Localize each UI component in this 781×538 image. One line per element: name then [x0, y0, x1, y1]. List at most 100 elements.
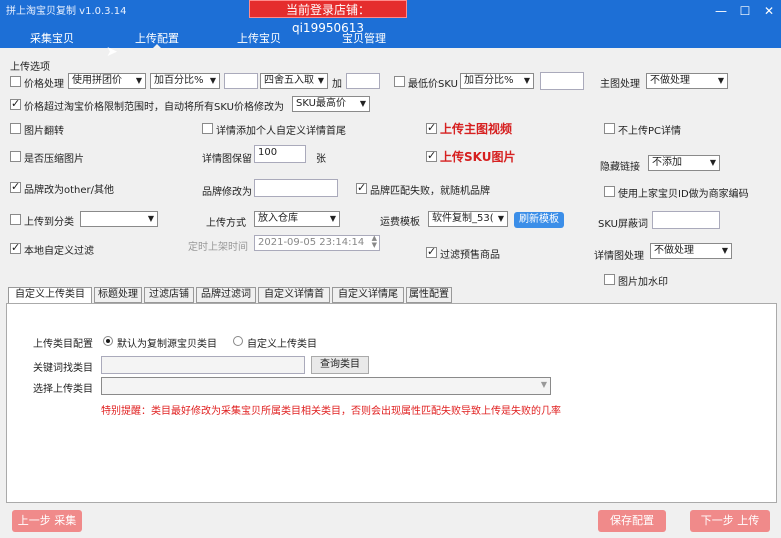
main-image-select[interactable]: 不做处理 ▼	[646, 73, 728, 89]
shipping-template-label: 运费模板	[380, 217, 420, 228]
chevron-down-icon: ▼	[717, 76, 724, 85]
radio-default-category[interactable]	[103, 336, 113, 346]
upload-category-checkbox[interactable]	[10, 214, 21, 225]
next-step-button[interactable]: 下一步 上传	[690, 510, 770, 532]
chevron-down-icon: ▼	[359, 99, 366, 108]
chevron-down-icon: ▼	[329, 214, 336, 223]
keyword-input[interactable]	[101, 356, 305, 374]
sku-filter-label: SKU屏蔽词	[598, 219, 648, 230]
min-sku-mode-select[interactable]: 加百分比% ▼	[460, 73, 534, 89]
keep-detail-input[interactable]: 100	[254, 145, 306, 163]
brand-modify-label: 品牌修改为	[202, 187, 252, 198]
local-filter-checkbox[interactable]	[10, 241, 21, 254]
compress-image-checkbox[interactable]	[10, 151, 21, 162]
keep-detail-label: 详情图保留	[202, 154, 252, 165]
tab-detail-footer[interactable]: 自定义详情尾	[332, 287, 404, 303]
hide-link-select[interactable]: 不添加 ▼	[648, 155, 720, 171]
price-limit-label: 价格超过淘宝价格限制范围时，自动将所有SKU价格修改为	[24, 102, 284, 113]
shop-badge: 当前登录店铺：qi19950613	[249, 0, 407, 35]
price-limit-checkbox[interactable]	[10, 97, 21, 110]
brand-modify-input[interactable]	[254, 179, 338, 197]
save-config-button[interactable]: 保存配置	[598, 510, 666, 532]
image-flip-checkbox[interactable]	[10, 123, 21, 134]
close-icon[interactable]: ✕	[759, 2, 779, 20]
chevron-down-icon: ▼	[709, 158, 716, 167]
watermark-checkbox[interactable]	[604, 274, 615, 285]
tab-detail-header[interactable]: 自定义详情首	[258, 287, 330, 303]
price-process-label: 价格处理	[24, 79, 64, 90]
price-value-input[interactable]	[224, 73, 258, 89]
radio-custom-category[interactable]	[233, 336, 243, 346]
select-category-dropdown[interactable]: ▼	[101, 377, 551, 395]
min-sku-label: 最低价SKU	[408, 79, 458, 90]
refresh-template-button[interactable]: 刷新模板	[514, 212, 564, 228]
upload-method-select[interactable]: 放入仓库 ▼	[254, 211, 340, 227]
tab-title-process[interactable]: 标题处理	[94, 287, 142, 303]
chevron-down-icon: ▼	[497, 214, 504, 223]
tab-brand-filter[interactable]: 品牌过滤词	[196, 287, 256, 303]
presale-filter-label: 过滤预售商品	[440, 250, 500, 261]
upload-video-checkbox[interactable]	[426, 121, 437, 134]
prev-step-button[interactable]: 上一步 采集	[12, 510, 82, 532]
price-limit-select[interactable]: SKU最高价 ▼	[292, 96, 370, 112]
compress-image-label: 是否压缩图片	[24, 154, 84, 165]
chevron-down-icon: ▼	[721, 246, 728, 255]
app-title: 拼上淘宝贝复制 v1.0.3.14	[6, 6, 127, 17]
chevron-down-icon: ▼	[523, 76, 530, 85]
image-flip-label: 图片翻转	[24, 126, 64, 137]
radio-custom-label: 自定义上传类目	[247, 339, 317, 350]
minimize-icon[interactable]: —	[711, 2, 731, 20]
plus-value-input[interactable]	[346, 73, 380, 89]
brand-match-label: 品牌匹配失败，就随机品牌	[370, 186, 490, 197]
nav-tab-item-manage[interactable]: 宝贝管理	[314, 30, 414, 46]
schedule-time-input[interactable]: 2021-09-05 23:14:14 ▲ ▼	[254, 235, 380, 251]
chevron-down-icon: ▼	[147, 214, 154, 223]
custom-category-panel: 上传类目配置 默认为复制源宝贝类目 自定义上传类目 关键词找类目 查询类目 选择…	[6, 303, 777, 503]
section-title: 上传选项	[10, 62, 50, 73]
category-config-label: 上传类目配置	[33, 339, 93, 350]
use-source-id-label: 使用上家宝贝ID做为商家编码	[618, 189, 749, 200]
schedule-time-label: 定时上架时间	[188, 242, 248, 253]
price-mode-select[interactable]: 加百分比% ▼	[150, 73, 220, 89]
radio-default-label: 默认为复制源宝贝类目	[117, 339, 217, 350]
detail-image-select[interactable]: 不做处理 ▼	[650, 243, 732, 259]
min-sku-value-input[interactable]	[540, 72, 584, 90]
upload-category-select[interactable]: ▼	[80, 211, 158, 227]
watermark-label: 图片加水印	[618, 277, 668, 288]
price-process-checkbox[interactable]	[10, 76, 21, 87]
chevron-down-icon: ▼	[135, 76, 142, 85]
nav-tab-upload-items[interactable]: 上传宝贝	[209, 30, 309, 46]
brand-other-checkbox[interactable]	[10, 180, 21, 193]
detail-image-label: 详情图处理	[594, 251, 644, 262]
presale-filter-checkbox[interactable]	[426, 245, 437, 258]
hide-link-label: 隐藏链接	[600, 162, 640, 173]
shipping-template-select[interactable]: 软件复制_53(▼	[428, 211, 508, 227]
upload-category-label: 上传到分类	[24, 217, 74, 228]
no-pc-detail-checkbox[interactable]	[604, 123, 615, 134]
custom-detail-checkbox[interactable]	[202, 123, 213, 134]
min-sku-checkbox[interactable]	[394, 76, 405, 87]
plus-label: 加	[332, 79, 342, 90]
spinner-icon: ▲ ▼	[371, 234, 377, 249]
select-category-label: 选择上传类目	[33, 384, 93, 395]
upload-video-label: 上传主图视频	[440, 122, 513, 136]
brand-match-checkbox[interactable]	[356, 181, 367, 194]
local-filter-label: 本地自定义过滤	[24, 246, 94, 257]
tab-attribute-config[interactable]: 属性配置	[406, 287, 452, 303]
price-source-select[interactable]: 使用拼团价 ▼	[68, 73, 146, 89]
active-tab-indicator-icon	[151, 44, 163, 50]
custom-detail-label: 详情添加个人自定义详情首尾	[216, 126, 346, 137]
mouse-cursor-icon: ➤	[106, 44, 118, 60]
maximize-icon[interactable]: ☐	[735, 2, 755, 20]
rounding-select[interactable]: 四舍五入取 ▼	[260, 73, 328, 89]
upload-sku-image-label: 上传SKU图片	[440, 150, 516, 164]
keyword-label: 关键词找类目	[33, 363, 93, 374]
upload-sku-image-checkbox[interactable]	[426, 149, 437, 162]
use-source-id-checkbox[interactable]	[604, 186, 615, 197]
nav-tab-collect[interactable]: 采集宝贝	[2, 30, 102, 46]
tab-filter-shops[interactable]: 过滤店铺	[144, 287, 194, 303]
brand-other-label: 品牌改为other/其他	[24, 185, 115, 196]
no-pc-detail-label: 不上传PC详情	[618, 126, 682, 137]
sku-filter-input[interactable]	[652, 211, 720, 229]
query-category-button[interactable]: 查询类目	[311, 356, 369, 374]
